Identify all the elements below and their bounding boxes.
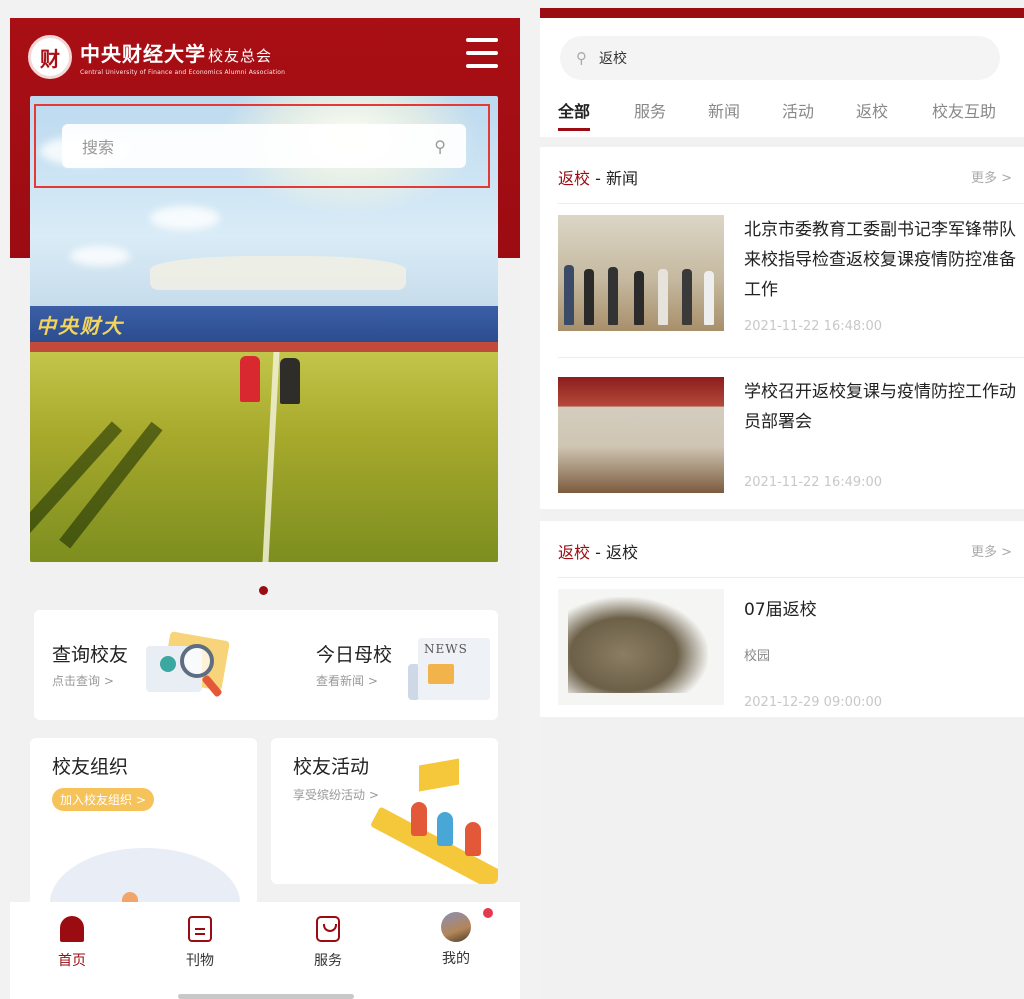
list-item[interactable]: 北京市委教育工委副书记李军锋带队来校指导检查返校复课疫情防控准备工作 2021-… bbox=[558, 215, 1024, 335]
news-title: 07届返校 bbox=[744, 600, 817, 620]
section-keyword: 返校 bbox=[558, 543, 591, 562]
news-thumbnail bbox=[558, 215, 724, 331]
logo-text: 中央财经大学 校友总会 Central University of Finance… bbox=[80, 38, 285, 76]
list-item[interactable]: 07届返校 校园 2021-12-29 09:00:00 bbox=[558, 589, 1024, 710]
tab-all[interactable]: 全部 bbox=[558, 98, 591, 131]
tab-return[interactable]: 返校 bbox=[856, 98, 888, 122]
join-organization-button[interactable]: 加入校友组织 > bbox=[52, 788, 154, 811]
logo-name: 中央财经大学 校友总会 bbox=[80, 42, 273, 66]
query-alumni-entry[interactable]: 查询校友 点击查询 > bbox=[34, 610, 266, 720]
section-category: - 新闻 bbox=[590, 169, 638, 188]
tab-mutual-help[interactable]: 校友互助 bbox=[932, 98, 996, 122]
tab-profile-label: 我的 bbox=[442, 951, 470, 967]
news-tag: 校园 bbox=[744, 649, 771, 664]
newspaper-illustration-icon: NEWS bbox=[408, 634, 492, 704]
search-placeholder: 搜索 bbox=[82, 138, 115, 157]
section-heading: 返校 - 新闻 bbox=[558, 165, 638, 189]
notification-dot bbox=[483, 908, 493, 918]
running-track bbox=[30, 342, 498, 352]
result-category-tabs: 全部 服务 新闻 活动 返校 校友互助 bbox=[558, 98, 1018, 131]
news-title: 北京市委教育工委副书记李军锋带队来校指导检查返校复课疫情防控准备工作 bbox=[744, 220, 1016, 300]
tab-profile[interactable]: 我的 bbox=[416, 908, 496, 968]
news-title: 学校召开返校复课与疫情防控工作动员部署会 bbox=[744, 382, 1016, 432]
dragon-sculpture bbox=[568, 597, 708, 693]
query-alumni-subtitle: 点击查询 > bbox=[52, 674, 114, 688]
section-heading: 返校 - 返校 bbox=[558, 539, 638, 563]
cloud bbox=[150, 206, 220, 230]
more-link[interactable]: 更多 > bbox=[971, 541, 1012, 560]
search-icon: ⚲ bbox=[576, 49, 587, 67]
magnifier-illustration-icon bbox=[146, 631, 232, 698]
news-date: 2021-12-29 09:00:00 bbox=[744, 695, 883, 710]
person-dark-dress bbox=[280, 358, 300, 404]
photo-figure bbox=[704, 271, 714, 325]
today-school-title: 今日母校 bbox=[316, 644, 393, 666]
search-results-screen: ⚲ 返校 全部 服务 新闻 活动 返校 校友互助 返校 - 新闻 更多 > 北京… bbox=[540, 8, 1024, 999]
home-screen: 中央财大 财 中央财经大学 校友总会 Central University of … bbox=[10, 18, 520, 999]
photo-figure bbox=[634, 271, 644, 325]
query-alumni-title: 查询校友 bbox=[52, 644, 129, 666]
quick-entry-card: 查询校友 点击查询 > 今日母校 查看新闻 > NEWS bbox=[34, 610, 498, 720]
stadium-roof bbox=[150, 256, 406, 290]
search-highlight-box: 搜索 ⚲ bbox=[34, 104, 490, 188]
illustration-figure bbox=[411, 802, 427, 836]
news-thumbnail bbox=[558, 589, 724, 705]
carousel-indicator[interactable] bbox=[259, 586, 268, 595]
tab-news[interactable]: 新闻 bbox=[708, 98, 740, 122]
news-thumbnail bbox=[558, 377, 724, 493]
alumni-activity-subtitle: 享受缤纷活动 > bbox=[293, 788, 379, 802]
tab-journal[interactable]: 刊物 bbox=[160, 916, 240, 970]
flag-illustration-icon bbox=[419, 758, 459, 792]
person-red-dress bbox=[240, 356, 260, 402]
logo[interactable]: 财 中央财经大学 校友总会 Central University of Finan… bbox=[28, 32, 285, 82]
photo-figure bbox=[564, 265, 574, 325]
shopping-bag-icon bbox=[316, 916, 340, 942]
search-icon[interactable]: ⚲ bbox=[434, 137, 446, 156]
bottom-tab-bar: 首页 刊物 服务 我的 bbox=[10, 902, 520, 999]
tab-services-label: 服务 bbox=[314, 953, 342, 969]
photo-figure bbox=[584, 269, 594, 325]
alumni-organization-card[interactable]: 校友组织 加入校友组织 > bbox=[30, 738, 257, 918]
hamburger-menu-icon[interactable] bbox=[466, 38, 498, 68]
illustration-figure bbox=[437, 812, 453, 846]
university-seal-icon: 财 bbox=[28, 35, 72, 79]
news-date: 2021-11-22 16:48:00 bbox=[744, 319, 883, 334]
photo-figure bbox=[608, 267, 618, 325]
tab-activities[interactable]: 活动 bbox=[782, 98, 814, 122]
alumni-activity-title: 校友活动 bbox=[293, 756, 370, 778]
home-icon bbox=[60, 916, 84, 942]
more-link[interactable]: 更多 > bbox=[971, 167, 1012, 186]
tab-services[interactable]: 服务 bbox=[288, 916, 368, 970]
search-query: 返校 bbox=[599, 51, 627, 67]
avatar-icon bbox=[441, 908, 493, 942]
divider bbox=[558, 357, 1024, 358]
home-indicator bbox=[178, 994, 354, 999]
alumni-activity-card[interactable]: 校友活动 享受缤纷活动 > bbox=[271, 738, 498, 884]
section-keyword: 返校 bbox=[558, 169, 591, 188]
list-item[interactable]: 学校召开返校复课与疫情防控工作动员部署会 2021-11-22 16:49:00 bbox=[558, 377, 1024, 497]
tab-home-label: 首页 bbox=[58, 953, 86, 969]
section-category: - 返校 bbox=[590, 543, 638, 562]
today-school-subtitle: 查看新闻 > bbox=[316, 674, 378, 688]
stand-lettering: 中央财大 bbox=[36, 314, 124, 338]
journal-icon bbox=[188, 916, 212, 942]
divider bbox=[558, 203, 1024, 204]
tab-home[interactable]: 首页 bbox=[32, 916, 112, 970]
brand-top-bar bbox=[540, 8, 1024, 18]
tab-journal-label: 刊物 bbox=[186, 953, 214, 969]
search-input[interactable]: ⚲ 返校 bbox=[560, 36, 1000, 80]
search-input[interactable]: 搜索 ⚲ bbox=[62, 124, 466, 168]
illustration-figure bbox=[465, 822, 481, 856]
news-date: 2021-11-22 16:49:00 bbox=[744, 475, 883, 490]
return-result-section: 返校 - 返校 更多 > 07届返校 校园 2021-12-29 09:00:0… bbox=[540, 521, 1024, 717]
tab-services[interactable]: 服务 bbox=[634, 98, 666, 122]
cloud bbox=[70, 246, 130, 266]
logo-english-name: Central University of Finance and Econom… bbox=[80, 69, 286, 76]
photo-figure bbox=[682, 269, 692, 325]
alumni-organization-title: 校友组织 bbox=[52, 756, 129, 778]
news-result-section: 返校 - 新闻 更多 > 北京市委教育工委副书记李军锋带队来校指导检查返校复课疫… bbox=[540, 147, 1024, 509]
search-header: ⚲ 返校 全部 服务 新闻 活动 返校 校友互助 bbox=[540, 18, 1024, 137]
photo-figure bbox=[658, 269, 668, 325]
divider bbox=[558, 577, 1024, 578]
